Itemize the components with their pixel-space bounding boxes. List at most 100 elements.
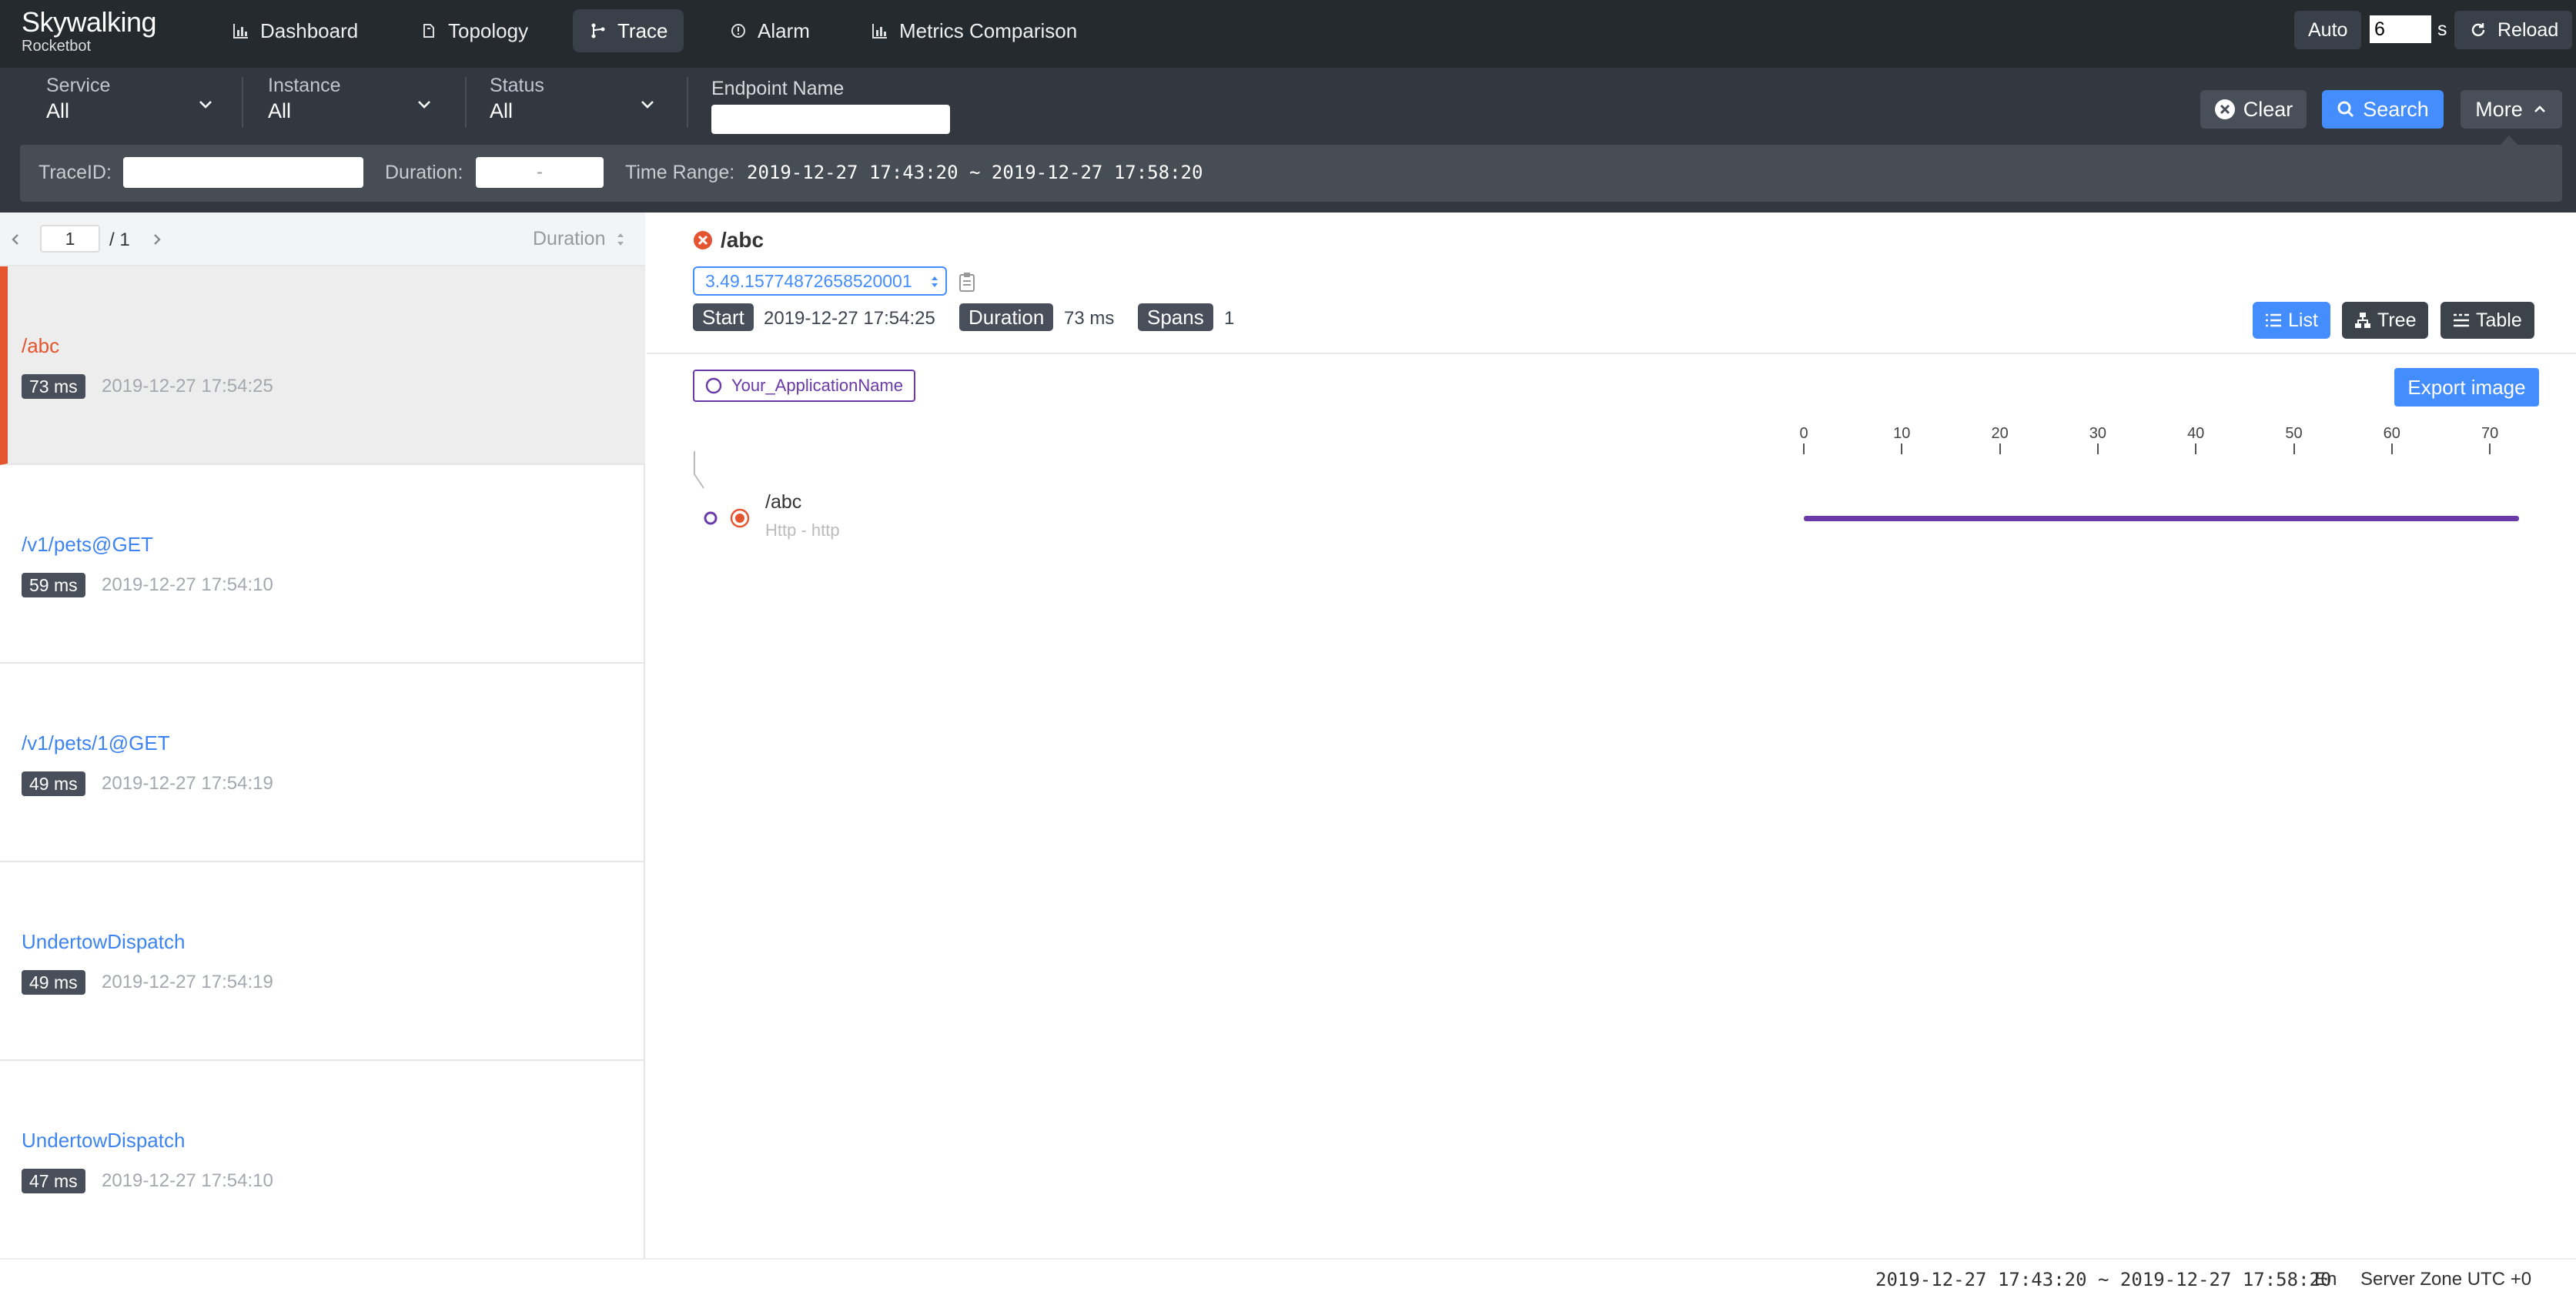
alarm-icon	[728, 21, 748, 41]
axis-tick-label: 60	[2383, 425, 2400, 442]
footer-time-range[interactable]: 2019-12-27 17:43:20 ~ 2019-12-27 17:58:2…	[1875, 1269, 2331, 1290]
axis-tick	[2489, 443, 2491, 454]
nav-metrics-comparison[interactable]: Metrics Comparison	[855, 9, 1092, 52]
clipboard-icon[interactable]	[958, 271, 976, 293]
reload-label: Reload	[2497, 18, 2559, 41]
clear-label: Clear	[2243, 97, 2293, 121]
duration-badge: 47 ms	[22, 1169, 85, 1193]
span-tree-connector	[694, 451, 704, 489]
service-label: Service	[46, 75, 111, 96]
application-legend[interactable]: Your_ApplicationName	[693, 370, 915, 402]
nav-trace[interactable]: Trace	[573, 9, 684, 52]
sort-icon	[932, 276, 938, 287]
chart-icon	[870, 21, 890, 41]
chevron-down-icon	[199, 101, 212, 109]
chart-icon	[231, 21, 251, 41]
top-navigation: Skywalking Rocketbot Dashboard Topology …	[0, 0, 2576, 68]
more-button[interactable]: More	[2461, 90, 2562, 129]
interval-value: 6	[2374, 18, 2385, 40]
divider	[687, 77, 688, 128]
span-error-icon	[730, 508, 750, 528]
axis-tick	[1803, 443, 1805, 454]
nav-alarm[interactable]: Alarm	[713, 9, 825, 52]
view-list-button[interactable]: List	[2253, 302, 2330, 339]
trace-time: 2019-12-27 17:54:25	[102, 376, 273, 397]
duration-badge: 49 ms	[22, 771, 85, 796]
view-list-label: List	[2288, 309, 2318, 331]
view-tree-label: Tree	[2377, 309, 2417, 331]
sort-duration[interactable]: Duration	[533, 228, 626, 250]
trace-time: 2019-12-27 17:54:19	[102, 773, 273, 794]
trace-name: /v1/pets/1@GET	[22, 731, 170, 755]
endpoint-input[interactable]	[711, 105, 950, 134]
interval-input[interactable]: 6	[2370, 15, 2431, 43]
duration-badge: 73 ms	[22, 374, 85, 399]
language-switch[interactable]: En	[2314, 1269, 2337, 1290]
trace-list-item[interactable]: /v1/pets@GET 59 ms 2019-12-27 17:54:10	[0, 465, 645, 664]
chevron-up-icon	[2534, 105, 2545, 112]
service-select[interactable]: Service All	[46, 74, 223, 131]
chevron-down-icon	[641, 101, 654, 109]
trace-detail-panel: /abc 3.49.15774872658520001 Start 2019-1…	[647, 212, 2576, 1258]
view-tree-button[interactable]: Tree	[2342, 302, 2429, 339]
sort-icon	[617, 233, 624, 246]
divider	[465, 77, 467, 128]
span-duration-bar[interactable]	[1804, 516, 2520, 521]
trace-list-item[interactable]: UndertowDispatch 49 ms 2019-12-27 17:54:…	[0, 862, 645, 1061]
traceid-label: TraceID:	[38, 162, 112, 183]
status-select[interactable]: Status All	[490, 74, 667, 131]
trace-name: /v1/pets@GET	[22, 533, 153, 556]
duration-label: Duration:	[385, 162, 463, 183]
trace-id-value: 3.49.15774872658520001	[705, 271, 912, 291]
nav-metrics-label: Metrics Comparison	[899, 18, 1078, 42]
start-value: 2019-12-27 17:54:25	[764, 308, 935, 329]
endpoint-label: Endpoint Name	[711, 78, 845, 99]
view-table-label: Table	[2476, 309, 2522, 331]
axis-tick-label: 70	[2481, 425, 2499, 442]
trace-time: 2019-12-27 17:54:10	[102, 574, 273, 595]
time-range-label: Time Range:	[625, 162, 735, 183]
page-input[interactable]: 1	[40, 225, 100, 253]
axis-tick	[1901, 443, 1903, 454]
instance-select[interactable]: Instance All	[268, 74, 445, 131]
span-name[interactable]: /abc	[765, 491, 801, 514]
trace-list-item[interactable]: UndertowDispatch 47 ms 2019-12-27 17:54:…	[0, 1061, 645, 1260]
axis-tick-label: 0	[1799, 425, 1808, 442]
list-icon	[2266, 313, 2281, 327]
nav-dashboard[interactable]: Dashboard	[216, 9, 373, 52]
chevron-right-icon[interactable]	[151, 233, 163, 246]
endpoint-filter: Endpoint Name	[711, 74, 958, 134]
chevron-left-icon[interactable]	[9, 233, 22, 246]
axis-tick	[2293, 443, 2295, 454]
trace-id-select[interactable]: 3.49.15774872658520001	[693, 266, 947, 296]
reload-icon	[2468, 20, 2488, 40]
duration-badge: 49 ms	[22, 970, 85, 995]
application-name: Your_ApplicationName	[731, 376, 903, 395]
logo-text: Skywalking	[22, 6, 157, 38]
trace-list-item[interactable]: /v1/pets/1@GET 49 ms 2019-12-27 17:54:19	[0, 664, 645, 862]
search-button[interactable]: Search	[2322, 90, 2444, 129]
time-range-value[interactable]: 2019-12-27 17:43:20 ~ 2019-12-27 17:58:2…	[747, 162, 1203, 183]
trace-title: /abc	[693, 228, 764, 253]
trace-list-item[interactable]: /abc 73 ms 2019-12-27 17:54:25	[0, 266, 645, 465]
search-label: Search	[2363, 97, 2429, 121]
duration-input[interactable]: -	[476, 157, 604, 188]
reload-button[interactable]: Reload	[2454, 11, 2573, 49]
nav-topology[interactable]: Topology	[403, 9, 544, 52]
close-circle-icon	[2214, 99, 2235, 119]
axis-tick	[1999, 443, 2001, 454]
span-type: Http - http	[765, 520, 840, 540]
traceid-input[interactable]	[123, 157, 363, 188]
auto-refresh-button[interactable]: Auto	[2294, 11, 2362, 49]
axis-tick-label: 30	[2089, 425, 2107, 442]
axis-tick-label: 40	[2187, 425, 2205, 442]
export-image-button[interactable]: Export image	[2394, 368, 2539, 407]
logo[interactable]: Skywalking Rocketbot	[22, 8, 176, 62]
span-node-icon	[704, 511, 718, 525]
view-table-button[interactable]: Table	[2441, 302, 2534, 339]
sort-label: Duration	[533, 228, 606, 249]
trace-name: /abc	[22, 334, 60, 357]
axis-tick	[2390, 443, 2393, 454]
search-icon	[2337, 101, 2354, 118]
clear-button[interactable]: Clear	[2200, 90, 2307, 129]
